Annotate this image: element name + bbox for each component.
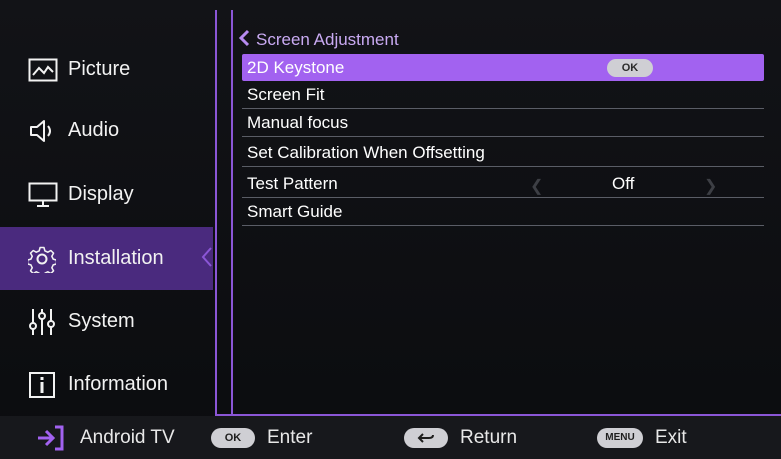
footer-exit[interactable]: MENU Exit [597,416,687,459]
sidebar: Picture Audio Display Installation Syste… [0,0,213,416]
picture-icon [28,54,60,86]
row-label: Set Calibration When Offsetting [247,143,485,162]
footer-enter-label: Enter [267,426,313,448]
sidebar-item-information[interactable]: Information [0,353,213,416]
monitor-icon [28,179,60,211]
row-label: Test Pattern [247,174,338,193]
sidebar-item-label: System [68,310,135,332]
sidebar-item-picture[interactable]: Picture [0,38,213,101]
sidebar-item-label: Information [68,373,169,395]
right-arrow-icon[interactable]: ❯ [704,176,717,196]
test-pattern-value: Off [612,174,635,193]
ok-badge: OK [607,59,653,77]
menu-row-manual-focus[interactable]: Manual focus [242,110,764,137]
footer-source-label: Android TV [80,426,175,448]
sidebar-item-label: Display [68,183,134,205]
menu-row-2d-keystone[interactable]: 2D Keystone OK [242,54,764,81]
sidebar-item-label: Audio [68,119,120,141]
row-label: Smart Guide [247,202,343,221]
return-key-icon [404,427,448,448]
sidebar-item-installation[interactable]: Installation [0,227,213,290]
sidebar-item-system[interactable]: System [0,290,213,353]
active-caret-icon [201,246,213,273]
menu-key-icon: MENU [597,427,643,448]
info-icon [28,369,60,401]
left-arrow-icon[interactable]: ❮ [530,176,543,196]
menu-row-set-calibration[interactable]: Set Calibration When Offsetting [242,140,764,167]
breadcrumb-label: Screen Adjustment [256,30,399,49]
row-label: Manual focus [247,113,349,132]
ok-key-icon: OK [211,427,255,448]
footer-source[interactable]: Android TV [36,416,175,459]
sidebar-divider [215,10,217,416]
breadcrumb[interactable]: Screen Adjustment [238,29,399,52]
input-source-icon [36,425,64,451]
sidebar-item-display[interactable]: Display [0,163,213,226]
sidebar-item-label: Picture [68,58,131,80]
footer-bar: Android TV OK Enter Return MENU Exit [0,416,781,459]
sliders-icon [28,306,60,338]
sidebar-item-label: Installation [68,247,164,269]
sidebar-item-audio[interactable]: Audio [0,99,213,162]
panel-divider [231,10,233,416]
row-label: 2D Keystone [247,57,345,77]
footer-exit-label: Exit [655,426,687,448]
menu-row-test-pattern[interactable]: Test Pattern ❮ Off ❯ [242,171,764,198]
speaker-icon [28,115,60,147]
footer-return[interactable]: Return [404,416,517,459]
back-chevron-icon [238,29,250,52]
gear-icon [28,243,60,275]
menu-row-screen-fit[interactable]: Screen Fit [242,82,764,109]
footer-enter[interactable]: OK Enter [211,416,312,459]
menu-row-smart-guide[interactable]: Smart Guide [242,199,764,226]
footer-return-label: Return [460,426,518,448]
row-label: Screen Fit [247,85,325,104]
